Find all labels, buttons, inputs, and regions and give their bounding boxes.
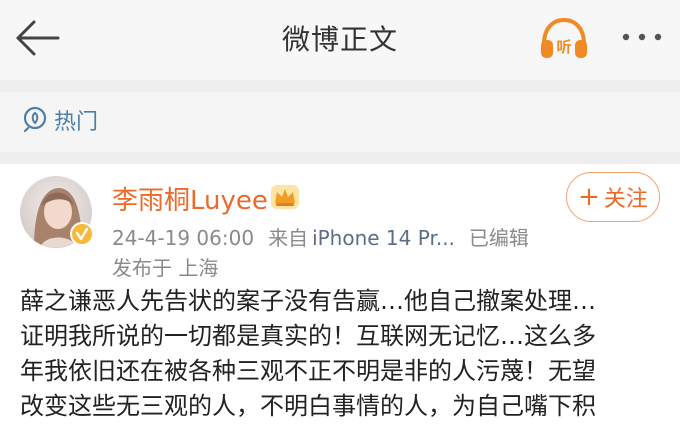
hot-location-icon — [23, 106, 47, 132]
hot-tag-row[interactable] — [0, 92, 680, 152]
post-content: 薛之谦恶人先告状的案子没有告赢…他自己撤案处理… 证明我所说的一切都是真实的！互… — [20, 284, 670, 424]
post-location: 发布于 上海 — [112, 256, 219, 280]
content-line: 年我依旧还在被各种三观不正不明是非的人污蔑！无望 — [20, 357, 596, 385]
verified-badge-icon — [70, 222, 94, 246]
hot-label[interactable]: 热门 — [54, 104, 98, 136]
follow-button[interactable]: + 关注 — [566, 172, 660, 222]
post-timestamp: 24-4-19 06:00 — [112, 226, 255, 250]
source-prefix: 来自 — [268, 226, 309, 250]
card-gap — [0, 152, 680, 164]
source-device[interactable]: iPhone 14 Pr... — [312, 226, 455, 250]
section-divider — [0, 80, 680, 92]
plus-icon: + — [578, 182, 600, 212]
follow-label: 关注 — [603, 187, 648, 212]
listen-label: 听 — [556, 38, 571, 56]
headphones-icon: 听 — [541, 17, 587, 58]
post-meta: 24-4-19 06:00 来自 iPhone 14 Pr... 已编辑 — [112, 222, 543, 251]
content-line: 薛之谦恶人先告状的案子没有告赢…他自己撤案处理… — [20, 287, 596, 315]
listen-button[interactable]: 听 — [538, 16, 590, 60]
more-dots-icon — [622, 33, 662, 41]
more-options-button[interactable] — [614, 22, 670, 52]
edited-label[interactable]: 已编辑 — [469, 226, 529, 250]
username[interactable]: 李雨桐Luyee — [112, 180, 268, 217]
content-line: 证明我所说的一切都是真实的！互联网无记忆…这么多 — [20, 322, 596, 350]
vip-crown-icon — [271, 185, 299, 209]
